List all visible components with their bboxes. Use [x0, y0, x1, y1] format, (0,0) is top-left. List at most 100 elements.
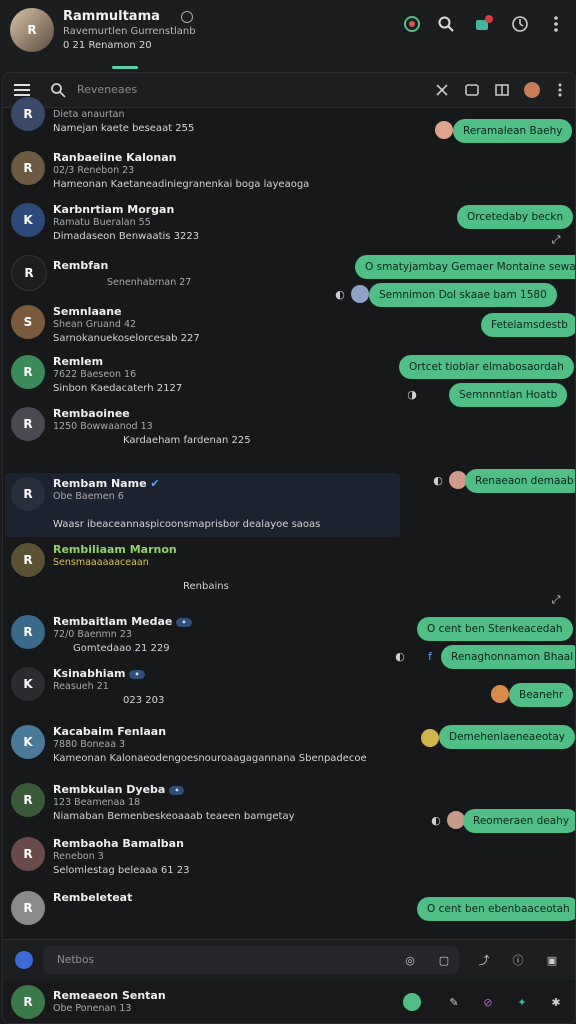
- row-subtitle: 7880 Boneaa 3: [53, 739, 126, 750]
- facebook-icon: f: [428, 649, 432, 663]
- gif-icon[interactable]: ◎: [403, 953, 417, 967]
- status-icon: ◐: [335, 287, 345, 301]
- row-message: Niamaban Bemenbeskeoaaab teaeen bamgetay: [53, 811, 295, 822]
- info-icon[interactable]: ⓘ: [511, 953, 525, 967]
- sticker-icon[interactable]: ▢: [437, 953, 451, 967]
- message-bubble[interactable]: Reomeraen deahy: [463, 809, 575, 833]
- avatar: S: [11, 305, 45, 339]
- message-bubble[interactable]: Reramalean Baehy: [453, 119, 573, 143]
- apps-icon[interactable]: [402, 14, 422, 34]
- compose-icon[interactable]: ✎: [447, 995, 461, 1009]
- status-icon: ◑: [407, 387, 417, 401]
- message-input[interactable]: Netbos ◎ ▢: [43, 946, 459, 974]
- status-dot-icon: [181, 11, 193, 23]
- message-bubble[interactable]: Ortcet tioblar elmabosaordah: [399, 355, 574, 379]
- row-name: Ksinabhiam •: [53, 667, 145, 680]
- profile-avatar[interactable]: R: [10, 8, 54, 52]
- row-message: Sarnokanuekoselorcesab 227: [53, 333, 200, 344]
- apps-icon[interactable]: ✦: [515, 995, 529, 1009]
- avatar: R: [11, 543, 45, 577]
- message-bubble[interactable]: Orcetedaby beckn: [457, 205, 574, 229]
- top-header: R Rammultama Ravemurtlen Gurrenstlanb 0 …: [0, 0, 576, 70]
- avatar: R: [11, 477, 45, 511]
- header-status: 0 21 Renamon 20: [63, 40, 152, 51]
- account-name: Remeaeon Sentan: [53, 989, 166, 1002]
- row-subtitle: 7622 Baeseon 16: [53, 369, 137, 380]
- notifications-icon[interactable]: [474, 14, 494, 34]
- account-avatar[interactable]: R: [11, 985, 45, 1019]
- bottom-account-bar: R Remeaeon Sentan Obe Ponenan 13 ✎ ⊘ ✦ ✱: [3, 981, 575, 1023]
- row-message: Kardaeham fardenan 225: [123, 435, 251, 446]
- attachment-icon[interactable]: ⤢: [549, 233, 563, 247]
- row-name: Rembkulan Dyeba •: [53, 783, 185, 796]
- avatar: R: [11, 891, 45, 925]
- search-icon[interactable]: [49, 81, 67, 99]
- row-name: Semnlaane: [53, 305, 122, 318]
- header-title: Rammultama: [63, 9, 160, 24]
- message-placeholder: Netbos: [57, 954, 94, 966]
- row-name: Ranbaeiine Kalonan: [53, 151, 177, 164]
- avatar: R: [11, 407, 45, 441]
- book-icon[interactable]: [493, 81, 511, 99]
- attach-file-icon[interactable]: ⤴: [477, 953, 491, 967]
- avatar: K: [11, 203, 45, 237]
- row-subtitle: Dieta anaurtan: [53, 109, 125, 120]
- row-subtitle: Reasueh 21: [53, 681, 109, 692]
- message-composer: Netbos ◎ ▢ ⤴ ⓘ ▣: [3, 939, 575, 980]
- message-bubble[interactable]: O smatyjambay Gemaer Montaine sewah: [355, 255, 575, 279]
- message-bubble[interactable]: O cent ben Stenkeacedah: [417, 617, 573, 641]
- status-icon: ◐: [433, 473, 443, 487]
- active-tab-indicator: [112, 66, 138, 69]
- message-bubble[interactable]: Semnnntlan Hoatb: [449, 383, 568, 407]
- row-subtitle: 02/3 Renebon 23: [53, 165, 135, 176]
- header-subtitle: Ravemurtlen Gurrenstlanb: [63, 26, 196, 37]
- search-input[interactable]: Reveneaes: [77, 83, 137, 96]
- search-icon[interactable]: [436, 14, 456, 34]
- more-menu-icon[interactable]: [551, 81, 569, 99]
- message-bubble[interactable]: Semnimon Dol skaae bam 1580: [369, 283, 557, 307]
- verified-icon: ✔: [150, 477, 160, 490]
- row-subtitle: Obe Baemen 6: [53, 491, 124, 502]
- tools-icon[interactable]: [433, 81, 451, 99]
- avatar: R: [11, 783, 45, 817]
- row-subtitle: Sensmaaaaaaceaan: [53, 557, 149, 568]
- archive-icon[interactable]: [463, 81, 481, 99]
- message-bubble[interactable]: Demehenlaeneaeotay: [439, 725, 575, 749]
- message-bubble[interactable]: O cent ben ebenbaaceotah: [417, 897, 575, 921]
- reply-avatar: [435, 121, 453, 139]
- user-avatar[interactable]: [523, 81, 541, 99]
- label-badge: •: [169, 785, 185, 795]
- avatar: R: [11, 255, 47, 291]
- message-bubble[interactable]: Beanehr: [509, 683, 574, 707]
- camera-icon[interactable]: ▣: [545, 953, 559, 967]
- emoji-picker-icon[interactable]: [15, 951, 33, 969]
- reply-avatar: [421, 729, 439, 747]
- row-name: Rembeleteat: [53, 891, 133, 904]
- row-message: Gomtedaao 21 229: [73, 643, 170, 654]
- attachment-icon[interactable]: ⤢: [549, 593, 563, 607]
- online-status-icon[interactable]: [403, 993, 421, 1011]
- status-icon: ◐: [395, 649, 405, 663]
- reply-avatar: [491, 685, 509, 703]
- clock-icon[interactable]: [510, 14, 530, 34]
- settings-icon[interactable]: ✱: [549, 995, 563, 1009]
- row-message: Namejan kaete beseaat 255: [53, 123, 195, 134]
- more-menu-icon[interactable]: [546, 14, 566, 34]
- list-toolbar: Reveneaes: [3, 73, 575, 108]
- row-message: Dimadaseon Benwaatis 3223: [53, 231, 200, 242]
- label-badge: •: [129, 669, 145, 679]
- row-subtitle: 1250 Bowwaanod 13: [53, 421, 153, 432]
- message-bubble[interactable]: Feteiamsdestb: [481, 313, 575, 337]
- avatar: R: [11, 97, 45, 131]
- row-message: Selomlestag beleaaa 61 23: [53, 865, 190, 876]
- message-bubble[interactable]: Renaeaon demaab: [465, 469, 575, 493]
- row-name: Rembiliaam Marnon: [53, 543, 177, 556]
- avatar: K: [11, 667, 45, 701]
- row-subtitle: Senenhabrnan 27: [107, 277, 192, 288]
- message-bubble[interactable]: Renaghonnamon Bhaal: [441, 645, 575, 669]
- row-name: Karbnrtiam Morgan: [53, 203, 175, 216]
- row-message: Hameonan Kaetaneadiniegranenkai boga lay…: [53, 179, 310, 190]
- avatar: R: [11, 151, 45, 185]
- link-icon[interactable]: ⊘: [481, 995, 495, 1009]
- row-name: Kacabaim Fenlaan: [53, 725, 167, 738]
